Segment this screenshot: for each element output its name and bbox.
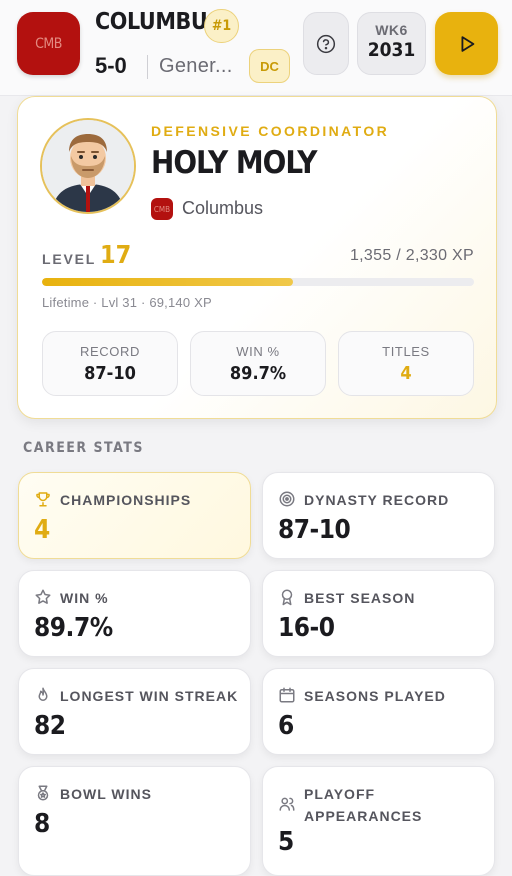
- xp-progress-bar: [42, 278, 474, 286]
- stat-label: LONGEST WIN STREAK: [60, 688, 239, 704]
- stat-value: 16-0: [278, 613, 335, 643]
- target-icon: [279, 491, 295, 507]
- stat-value: 82: [34, 711, 66, 741]
- team-mini-logo-text: CMB: [153, 204, 171, 214]
- stat-card-championships[interactable]: CHAMPIONSHIPS 4: [18, 472, 251, 559]
- stat-label: PLAYOFF APPEARANCES: [304, 786, 423, 824]
- stat-value: 6: [278, 711, 294, 741]
- flame-icon: [38, 687, 48, 701]
- rank-badge: #1: [204, 9, 239, 43]
- team-mini-logo: CMB: [151, 198, 173, 220]
- stat-label: BOWL WINS: [60, 786, 152, 802]
- titles-stat-value: 4: [400, 363, 412, 384]
- stat-label: SEASONS PLAYED: [304, 688, 446, 704]
- team-logo-text: CMB: [35, 35, 62, 52]
- win-pct-stat: WIN % 89.7%: [190, 331, 326, 396]
- help-button[interactable]: [303, 12, 349, 75]
- titles-stat-label: TITLES: [382, 344, 430, 359]
- stat-value: 5: [278, 827, 294, 857]
- record-stat-value: 87-10: [84, 363, 136, 384]
- coach-role: DEFENSIVE COORDINATOR: [151, 123, 390, 139]
- play-icon: [461, 35, 474, 52]
- team-record: 5-0: [95, 53, 127, 78]
- stat-value: 4: [34, 515, 50, 545]
- stat-card-playoff-appearances[interactable]: PLAYOFF APPEARANCES 5: [262, 766, 495, 876]
- star-icon: [35, 589, 51, 604]
- top-bar: CMB COLUMBUS #1 5-0 Gener... DC WK6 2031: [0, 0, 512, 96]
- xp-progress-fill: [42, 278, 293, 286]
- coach-profile-card: DEFENSIVE COORDINATOR HOLY MOLY CMB Colu…: [17, 96, 497, 419]
- stat-label: BEST SEASON: [304, 590, 416, 606]
- team-name: COLUMBUS: [95, 9, 222, 35]
- calendar-icon: [279, 687, 295, 703]
- week-button[interactable]: WK6 2031: [357, 12, 426, 75]
- stat-card-win-pct[interactable]: WIN % 89.7%: [18, 570, 251, 657]
- medal-icon: [37, 785, 49, 801]
- stat-label: CHAMPIONSHIPS: [60, 492, 192, 508]
- users-icon: [279, 797, 295, 811]
- team-logo[interactable]: CMB: [17, 12, 80, 75]
- stat-card-dynasty-record[interactable]: DYNASTY RECORD 87-10: [262, 472, 495, 559]
- help-circle-icon: [316, 34, 336, 53]
- titles-stat: TITLES 4: [338, 331, 474, 396]
- stat-value: 87-10: [278, 515, 351, 545]
- trophy-icon: [36, 492, 50, 507]
- win-pct-stat-label: WIN %: [236, 344, 280, 359]
- level-value: 17: [100, 240, 132, 269]
- award-icon: [281, 589, 293, 606]
- coach-avatar[interactable]: [40, 118, 136, 214]
- level-label: LEVEL: [42, 251, 97, 267]
- year-label: 2031: [367, 39, 416, 61]
- stat-label: WIN %: [60, 590, 109, 606]
- divider: [147, 55, 148, 79]
- stat-card-longest-win-streak[interactable]: LONGEST WIN STREAK 82: [18, 668, 251, 755]
- team-subtitle: Gener...: [159, 55, 233, 77]
- win-pct-stat-value: 89.7%: [229, 363, 287, 384]
- record-stat: RECORD 87-10: [42, 331, 178, 396]
- record-stat-label: RECORD: [80, 344, 140, 359]
- coach-name: HOLY MOLY: [151, 145, 317, 181]
- career-stats-heading: CAREER STATS: [23, 440, 144, 456]
- stat-value: 8: [34, 809, 50, 839]
- xp-readout: 1,355 / 2,330 XP: [349, 247, 474, 264]
- role-badge: DC: [249, 49, 290, 83]
- coach-team: Columbus: [182, 198, 264, 218]
- lifetime-summary: Lifetime · Lvl 31 · 69,140 XP: [42, 295, 212, 310]
- stat-value: 89.7%: [34, 613, 113, 643]
- week-label: WK6: [375, 22, 408, 38]
- stat-card-seasons-played[interactable]: SEASONS PLAYED 6: [262, 668, 495, 755]
- stat-card-bowl-wins[interactable]: BOWL WINS 8: [18, 766, 251, 876]
- stat-label: DYNASTY RECORD: [304, 492, 450, 508]
- stat-card-best-season[interactable]: BEST SEASON 16-0: [262, 570, 495, 657]
- advance-button[interactable]: [435, 12, 498, 75]
